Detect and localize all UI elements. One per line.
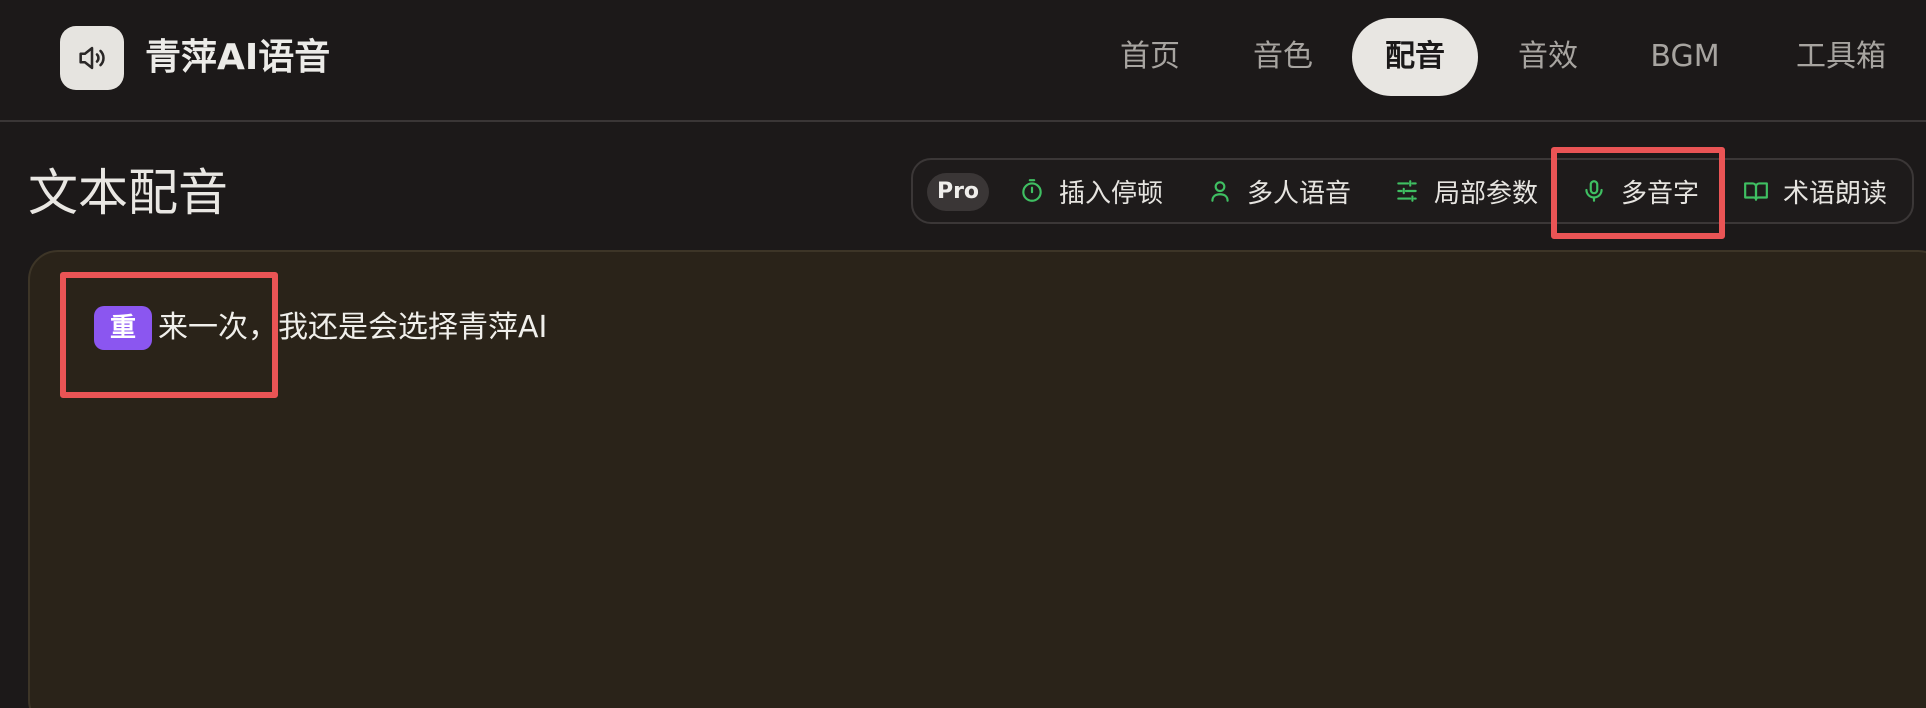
- insert-pause-label: 插入停顿: [1059, 178, 1164, 209]
- app-logo[interactable]: [60, 26, 124, 90]
- nav-voices[interactable]: 音色: [1223, 18, 1343, 96]
- term-reading-button[interactable]: 术语朗读: [1743, 160, 1887, 222]
- multi-voice-label: 多人语音: [1247, 178, 1352, 209]
- nav-toolbox[interactable]: 工具箱: [1766, 18, 1916, 96]
- top-header: 青萍AI语音 首页 音色 配音 音效 BGM 工具箱: [0, 0, 1926, 122]
- microphone-icon: [1585, 180, 1603, 202]
- polyphone-label: 多音字: [1621, 178, 1700, 209]
- timer-icon: [1022, 179, 1042, 202]
- editor-toolbar: Pro 插入停顿 多人语音 局部参数 多音字 术语朗读: [911, 158, 1914, 224]
- multi-voice-button[interactable]: 多人语音: [1207, 160, 1351, 222]
- nav-sound-effects[interactable]: 音效: [1488, 18, 1608, 96]
- local-params-label: 局部参数: [1434, 178, 1539, 209]
- term-reading-label: 术语朗读: [1783, 178, 1888, 209]
- editor-text-highlighted: 来一次，: [158, 310, 278, 345]
- insert-pause-button[interactable]: 插入停顿: [1019, 160, 1163, 222]
- editor-text-line[interactable]: 重 来一次， 我还是会选择青萍AI: [94, 306, 547, 350]
- nav-home[interactable]: 首页: [1090, 18, 1210, 96]
- polyphone-tag[interactable]: 重: [94, 306, 152, 350]
- app-title: 青萍AI语音: [145, 37, 331, 78]
- user-icon: [1211, 181, 1229, 202]
- speaker-icon: [79, 46, 105, 70]
- nav-bgm[interactable]: BGM: [1620, 18, 1750, 96]
- editor-text-rest: 我还是会选择青萍AI: [278, 310, 548, 345]
- polyphone-button[interactable]: 多音字: [1581, 160, 1699, 222]
- main-nav: 首页 音色 配音 音效 BGM 工具箱: [1090, 18, 1926, 96]
- local-params-button[interactable]: 局部参数: [1394, 160, 1538, 222]
- pro-badge: Pro: [927, 173, 989, 211]
- book-open-icon: [1744, 182, 1768, 201]
- page: 青萍AI语音 首页 音色 配音 音效 BGM 工具箱 文本配音 Pro 插入停顿: [0, 0, 1926, 708]
- nav-dubbing[interactable]: 配音: [1352, 18, 1478, 96]
- sliders-icon: [1397, 180, 1417, 202]
- page-title: 文本配音: [28, 164, 228, 222]
